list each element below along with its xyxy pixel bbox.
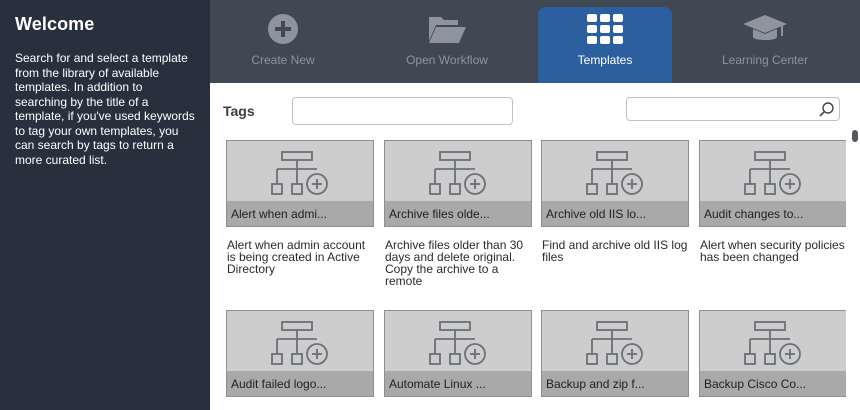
template-title: Audit failed logo... [227, 371, 373, 396]
search-input[interactable] [626, 97, 840, 121]
template-title: Backup Cisco Co... [700, 371, 846, 396]
tab-label: Create New [251, 53, 315, 67]
template-thumbnail[interactable]: Alert when admi... [226, 140, 374, 227]
template-thumbnail[interactable]: Archive old IIS lo... [541, 140, 689, 227]
template-title: Alert when admi... [227, 201, 373, 226]
tab-label: Learning Center [721, 53, 809, 67]
template-title: Automate Linux ... [385, 371, 531, 396]
sidebar-description: Search for and select a template from th… [15, 51, 195, 167]
template-thumbnail[interactable]: Automate Linux ... [384, 310, 532, 397]
workflow-add-icon [271, 321, 328, 365]
template-card[interactable]: Archive files olde... Archive files olde… [384, 140, 532, 287]
template-thumbnail[interactable]: Audit failed logo... [226, 310, 374, 397]
template-thumbnail[interactable]: Backup and zip f... [541, 310, 689, 397]
templates-panel: Tags Alert when admi... Alert when admin… [210, 83, 860, 410]
tags-label: Tags [223, 103, 255, 119]
template-thumbnail[interactable]: Archive files olde... [384, 140, 532, 227]
template-card[interactable]: Audit changes to... Alert when security … [699, 140, 846, 263]
tab-templates[interactable]: Templates [538, 7, 672, 83]
template-description: Find and archive old IIS log files [542, 238, 688, 264]
scrollbar-thumb[interactable] [852, 130, 858, 142]
template-description: Archive files older than 30 days and del… [385, 238, 524, 288]
workflow-add-icon [744, 321, 801, 365]
template-card[interactable]: Archive old IIS lo... Find and archive o… [541, 140, 689, 263]
tab-open-workflow[interactable]: Open Workflow [380, 7, 514, 83]
template-thumbnail[interactable]: Backup Cisco Co... [699, 310, 846, 397]
workflow-add-icon [586, 151, 643, 195]
template-title: Archive files olde... [385, 201, 531, 226]
template-title: Archive old IIS lo... [542, 201, 688, 226]
top-nav: Create New Open Workflow Templates Learn… [210, 0, 860, 83]
plus-circle-icon [267, 13, 299, 50]
folder-open-icon [427, 13, 467, 50]
search-icon[interactable] [819, 102, 834, 122]
workflow-add-icon [271, 151, 328, 195]
tab-label: Templates [577, 53, 633, 67]
tab-label: Open Workflow [406, 53, 488, 67]
template-card[interactable]: Backup and zip f... [541, 310, 689, 397]
template-card[interactable]: Audit failed logo... [226, 310, 374, 397]
workflow-add-icon [429, 321, 486, 365]
workflow-add-icon [586, 321, 643, 365]
template-description: Alert when admin account is being create… [227, 238, 366, 276]
tab-create-new[interactable]: Create New [216, 7, 350, 83]
template-title: Backup and zip f... [542, 371, 688, 396]
template-description: Alert when security policies has been ch… [700, 238, 845, 264]
sidebar-title: Welcome [15, 14, 95, 34]
template-card[interactable]: Alert when admi... Alert when admin acco… [226, 140, 374, 275]
template-card[interactable]: Automate Linux ... [384, 310, 532, 397]
tags-input[interactable] [292, 97, 513, 125]
template-title: Audit changes to... [700, 201, 846, 226]
template-grid: Alert when admi... Alert when admin acco… [226, 140, 846, 410]
template-thumbnail[interactable]: Audit changes to... [699, 140, 846, 227]
welcome-sidebar: Welcome Search for and select a template… [0, 0, 210, 410]
workflow-add-icon [744, 151, 801, 195]
graduation-cap-icon [741, 13, 789, 50]
tab-learning-center[interactable]: Learning Center [698, 7, 832, 83]
grid-icon [586, 13, 624, 50]
workflow-add-icon [429, 151, 486, 195]
template-card[interactable]: Backup Cisco Co... [699, 310, 846, 397]
